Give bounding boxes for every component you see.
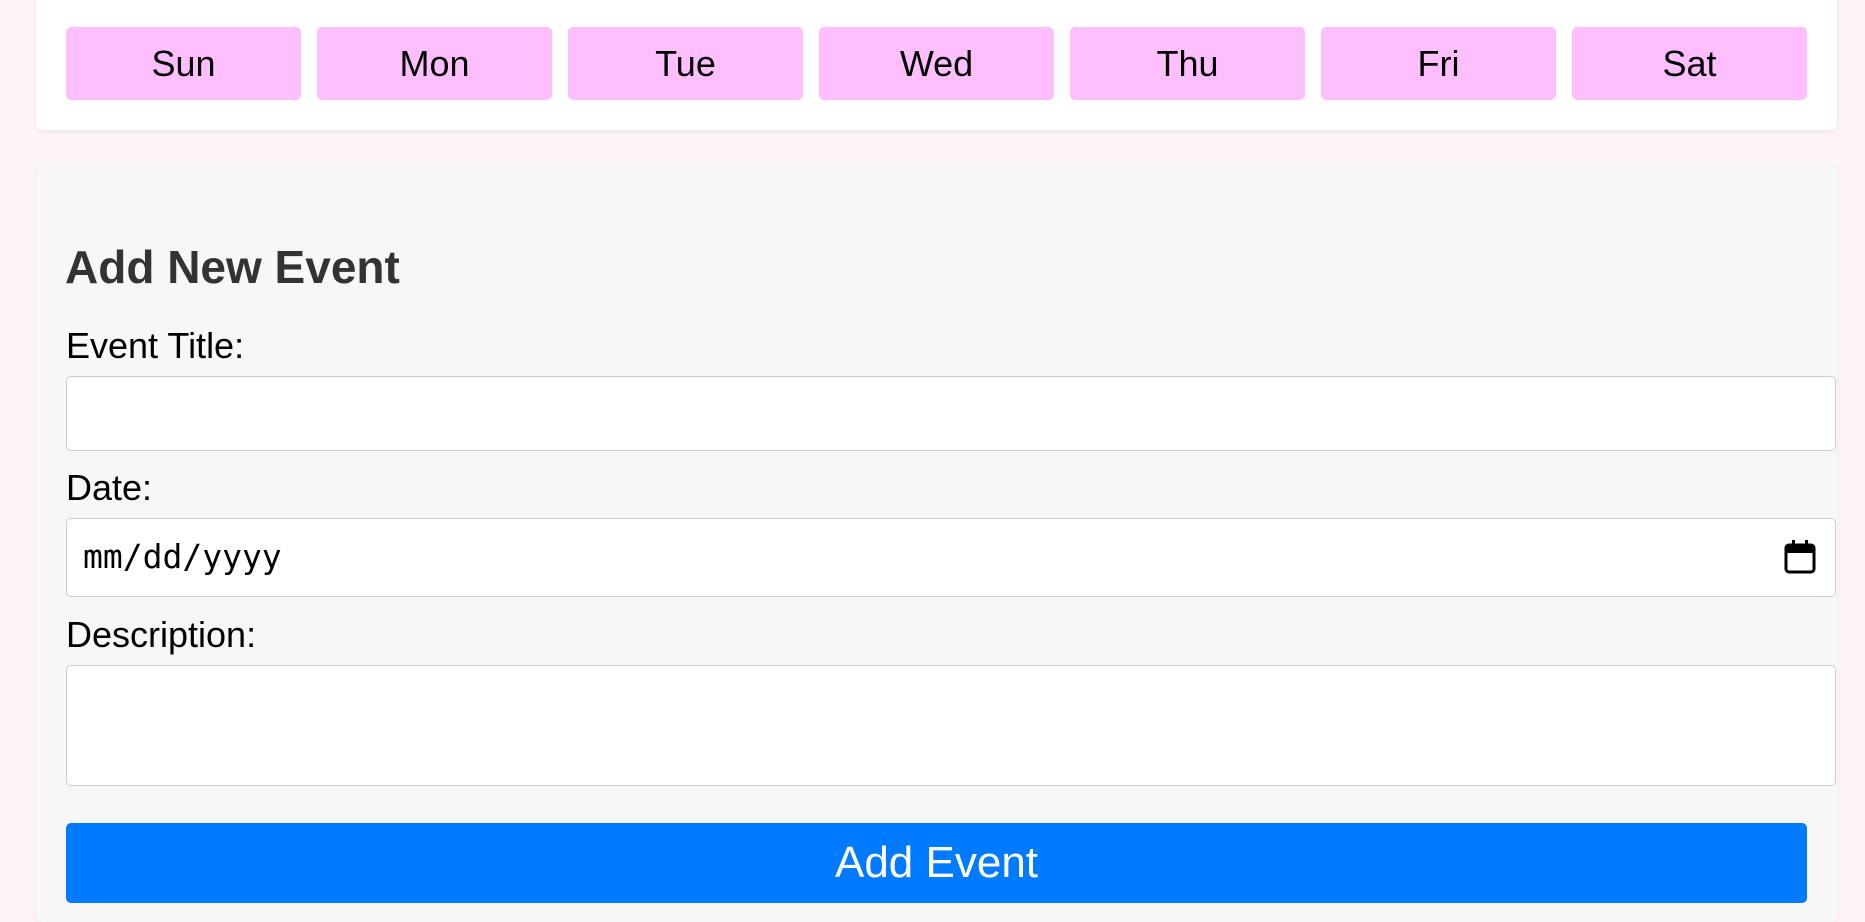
event-title-label: Event Title: [66,325,245,366]
add-event-button[interactable]: Add Event [66,823,1807,903]
weekday-sat: Sat [1572,27,1807,100]
date-label: Date: [66,467,153,508]
add-event-form: Add New Event Event Title: Date: mm/dd/y… [36,162,1837,922]
description-textarea[interactable] [66,665,1836,786]
weekday-row: Sun Mon Tue Wed Thu Fri Sat [66,27,1807,100]
weekday-wed: Wed [819,27,1054,100]
weekday-mon: Mon [317,27,552,100]
weekday-sun: Sun [66,27,301,100]
weekday-thu: Thu [1070,27,1305,100]
description-label: Description: [66,614,257,655]
weekday-tue: Tue [568,27,803,100]
weekday-fri: Fri [1321,27,1556,100]
event-title-input[interactable] [66,376,1836,451]
form-title: Add New Event [65,241,400,293]
weekday-header-card: Sun Mon Tue Wed Thu Fri Sat [36,0,1837,130]
date-placeholder: mm/dd/yyyy [83,537,282,576]
date-input[interactable]: mm/dd/yyyy [66,518,1836,597]
calendar-icon[interactable] [1783,539,1817,575]
